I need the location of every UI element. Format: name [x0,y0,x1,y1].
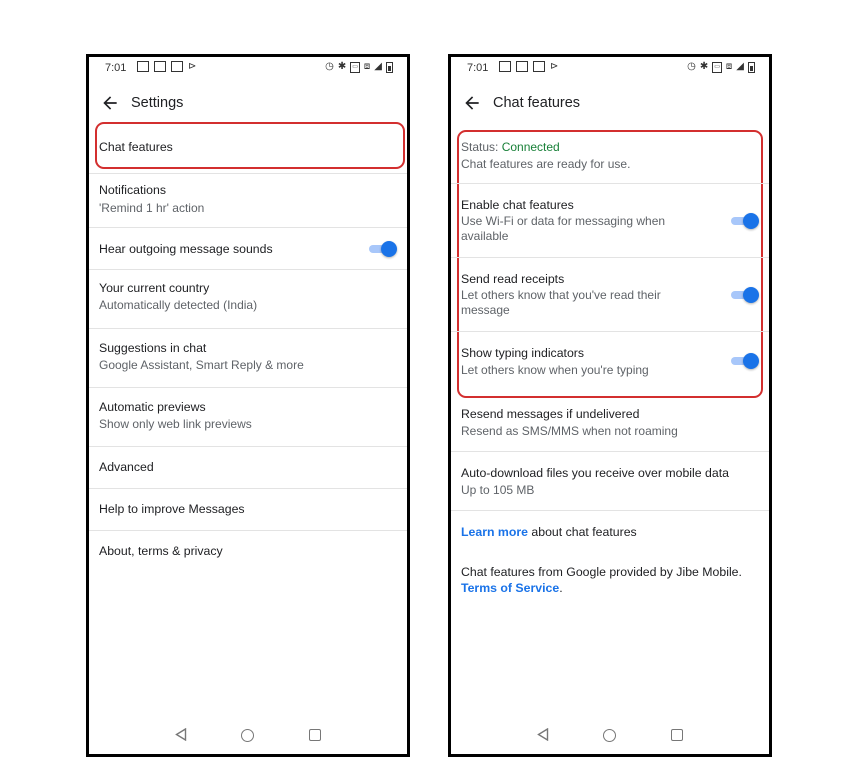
show-typing-indicators-toggle[interactable] [729,353,759,369]
settings-item-suggestions[interactable]: Suggestions in chat Google Assistant, Sm… [89,329,407,388]
item-subtitle: Resend as SMS/MMS when not roaming [461,424,678,438]
triangle-back-icon[interactable] [537,728,549,741]
resend-messages-row[interactable]: Resend messages if undelivered Resend as… [451,395,769,451]
phone-settings-screen: 7:01 ⊳ ◷ ✱ ▭ ⧈ ◢ Settings Chat features … [86,54,410,757]
navigation-bar [89,724,407,748]
volte-icon: ▭ [712,61,722,73]
item-title: Your current country [99,281,210,295]
terms-of-service-link[interactable]: Terms of Service [461,581,559,595]
show-typing-indicators-row[interactable]: Show typing indicators Let others know w… [451,332,769,392]
navigation-bar [451,724,769,748]
item-title: Hear outgoing message sounds [99,242,273,256]
settings-item-outgoing-sounds[interactable]: Hear outgoing message sounds [89,228,407,270]
item-subtitle: Show only web link previews [99,417,252,431]
page-title: Chat features [493,95,581,111]
notification-icons: ⊳ [137,61,196,73]
status-line: Status: Connected [461,140,560,154]
bluetooth-icon: ✱ [699,61,709,72]
image-notification-icon [516,61,528,72]
play-store-icon: ⊳ [550,61,559,72]
status-label: Status: [461,140,502,154]
square-recents-icon[interactable] [671,729,683,741]
send-read-receipts-row[interactable]: Send read receipts Let others know that … [451,258,769,332]
alarm-icon: ◷ [687,61,696,72]
item-subtitle: Let others know when you're typing [461,363,649,377]
item-title: Suggestions in chat [99,341,207,355]
gallery-notification-icon [499,61,511,72]
vibrate-icon: ⧈ [725,61,733,72]
send-read-receipts-toggle[interactable] [729,287,759,303]
status-subtitle: Chat features are ready for use. [461,157,631,171]
item-subtitle: Use Wi-Fi or data for messaging when ava… [461,214,666,243]
status-row: Status: Connected Chat features are read… [451,131,769,183]
terms-period: . [559,581,563,595]
battery-icon [748,61,755,73]
app-bar: Chat features [451,91,769,115]
item-subtitle: Automatically detected (India) [99,298,258,312]
photo-notification-icon [533,61,545,72]
status-time: 7:01 [467,62,489,74]
arrow-left-icon[interactable] [100,93,120,113]
item-title: Show typing indicators [461,346,585,360]
item-title: About, terms & privacy [99,544,223,558]
signal-icon: ◢ [736,61,744,72]
system-status-icons: ◷ ✱ ▭ ⧈ ◢ [325,61,393,73]
item-title: Auto-download files you receive over mob… [461,466,729,480]
gallery-notification-icon [137,61,149,72]
settings-item-previews[interactable]: Automatic previews Show only web link pr… [89,388,407,447]
volte-icon: ▭ [350,61,360,73]
settings-item-help-improve[interactable]: Help to improve Messages [89,489,407,531]
status-bar: 7:01 ⊳ ◷ ✱ ▭ ⧈ ◢ [451,57,769,81]
divider [451,510,769,511]
square-recents-icon[interactable] [309,729,321,741]
item-title: Send read receipts [461,272,565,286]
settings-item-about[interactable]: About, terms & privacy [89,531,407,573]
item-title: Automatic previews [99,400,206,414]
phone-chat-features-screen: 7:01 ⊳ ◷ ✱ ▭ ⧈ ◢ Chat features Status: C… [448,54,772,757]
highlight-box [95,122,405,169]
item-subtitle: Google Assistant, Smart Reply & more [99,358,304,372]
battery-icon [386,61,393,73]
circle-home-icon[interactable] [241,729,254,742]
status-time: 7:01 [105,62,127,74]
system-status-icons: ◷ ✱ ▭ ⧈ ◢ [687,61,755,73]
signal-icon: ◢ [374,61,382,72]
item-title: Advanced [99,460,154,474]
photo-notification-icon [171,61,183,72]
alarm-icon: ◷ [325,61,334,72]
notification-icons: ⊳ [499,61,558,73]
status-value: Connected [501,140,560,154]
item-title: Help to improve Messages [99,502,245,516]
item-subtitle: Let others know that you've read their m… [461,288,661,317]
image-notification-icon [154,61,166,72]
settings-item-advanced[interactable]: Advanced [89,447,407,489]
settings-item-notifications[interactable]: Notifications 'Remind 1 hr' action [89,174,407,233]
item-title: Resend messages if undelivered [461,407,640,421]
page-title: Settings [131,95,184,111]
item-title: Enable chat features [461,198,574,212]
auto-download-row[interactable]: Auto-download files you receive over mob… [451,452,769,510]
enable-chat-features-toggle[interactable] [729,213,759,229]
circle-home-icon[interactable] [603,729,616,742]
vibrate-icon: ⧈ [363,61,371,72]
arrow-left-icon[interactable] [462,93,482,113]
provider-text: Chat features from Google provided by Ji… [461,565,742,579]
triangle-back-icon[interactable] [175,728,187,741]
outgoing-sounds-toggle[interactable] [367,241,397,257]
learn-more-line: Learn more about chat features [461,525,637,539]
item-subtitle: 'Remind 1 hr' action [99,201,205,215]
learn-more-text: about chat features [527,525,637,539]
item-title: Notifications [99,183,166,197]
settings-item-country[interactable]: Your current country Automatically detec… [89,270,407,329]
terms-line: Terms of Service. [461,581,563,595]
status-bar: 7:01 ⊳ ◷ ✱ ▭ ⧈ ◢ [89,57,407,81]
bluetooth-icon: ✱ [337,61,347,72]
play-store-icon: ⊳ [188,61,197,72]
app-bar: Settings [89,91,407,115]
item-subtitle: Up to 105 MB [461,483,535,497]
learn-more-link[interactable]: Learn more [461,525,528,539]
enable-chat-features-row[interactable]: Enable chat features Use Wi-Fi or data f… [451,184,769,258]
